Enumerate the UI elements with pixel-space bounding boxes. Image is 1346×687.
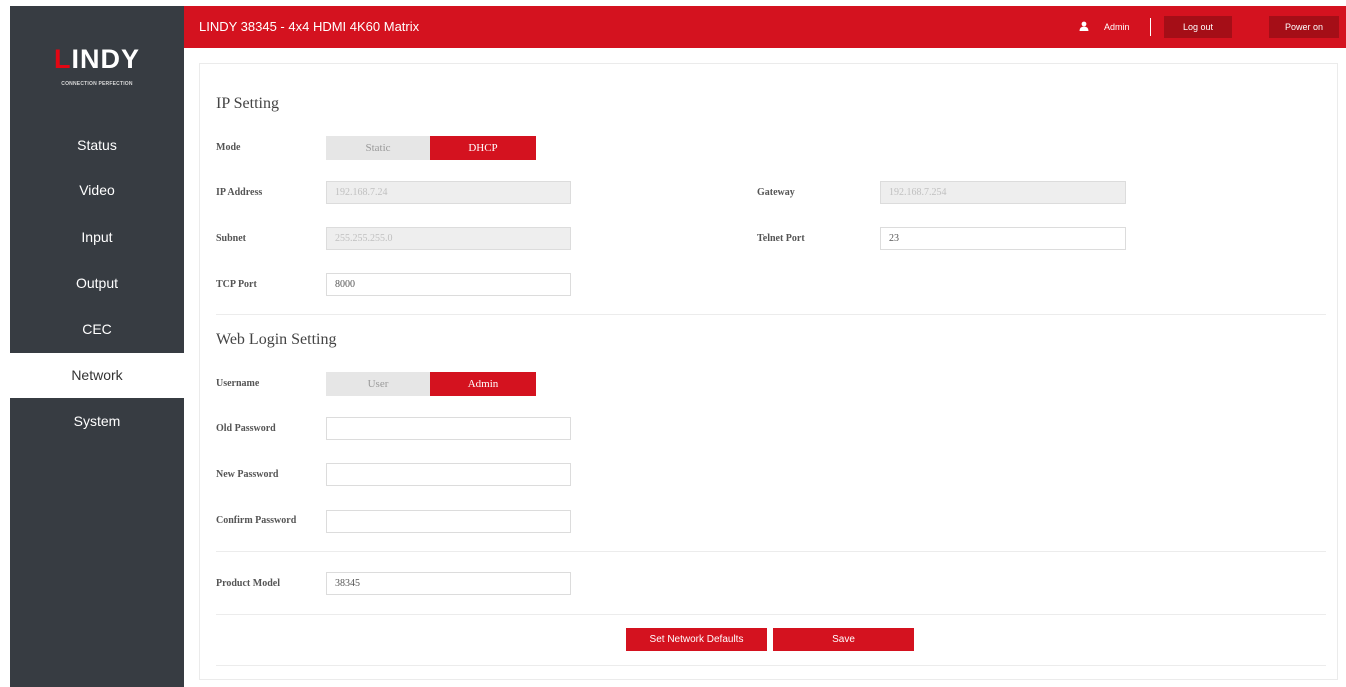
subnet-field[interactable]: 255.255.255.0	[326, 227, 571, 250]
app-title: LINDY 38345 - 4x4 HDMI 4K60 Matrix	[199, 19, 420, 34]
sidebar-item-input[interactable]: Input	[10, 215, 184, 260]
header-divider	[1150, 18, 1151, 36]
tcp-port-label: TCP Port	[216, 279, 257, 290]
ip-address-field[interactable]: 192.168.7.24	[326, 181, 571, 204]
current-user: Admin	[1104, 22, 1130, 32]
product-model-label: Product Model	[216, 578, 280, 589]
subnet-label: Subnet	[216, 233, 247, 244]
user-icon	[1079, 21, 1089, 31]
logo-tagline: CONNECTION PERFECTION	[61, 81, 133, 87]
ip-address-label: IP Address	[216, 187, 263, 198]
logo-wordmark-rest: INDY	[71, 44, 140, 74]
section-divider	[216, 551, 1326, 552]
mode-static-option[interactable]: Static	[326, 136, 430, 160]
section-divider	[216, 314, 1326, 315]
lindy-logo: LINDY CONNECTION PERFECTION	[10, 6, 184, 110]
confirm-password-field[interactable]	[326, 510, 571, 533]
power-on-button[interactable]: Power on	[1269, 16, 1339, 38]
sidebar-item-output[interactable]: Output	[10, 261, 184, 306]
username-admin-option[interactable]: Admin	[430, 372, 536, 396]
app-root: LINDY CONNECTION PERFECTION Status Video…	[0, 0, 1346, 687]
section-divider	[216, 665, 1326, 666]
telnet-port-field[interactable]: 23	[880, 227, 1126, 250]
web-login-title: Web Login Setting	[216, 331, 337, 348]
sidebar-item-video[interactable]: Video	[10, 168, 184, 213]
sidebar-item-system[interactable]: System	[10, 399, 184, 444]
product-model-field: 38345	[326, 572, 571, 595]
logo-wordmark: LINDY	[10, 44, 184, 75]
sidebar-item-cec[interactable]: CEC	[10, 307, 184, 352]
new-password-field[interactable]	[326, 463, 571, 486]
gateway-label: Gateway	[757, 187, 795, 198]
mode-dhcp-option[interactable]: DHCP	[430, 136, 536, 160]
sidebar-item-status[interactable]: Status	[10, 123, 184, 168]
sidebar-item-network[interactable]: Network	[10, 353, 184, 398]
network-settings-panel: IP Setting Mode Static DHCP IP Address 1…	[199, 63, 1338, 680]
gateway-field[interactable]: 192.168.7.254	[880, 181, 1126, 204]
section-divider	[216, 614, 1326, 615]
ip-setting-title: IP Setting	[216, 95, 279, 112]
mode-label: Mode	[216, 142, 241, 153]
confirm-password-label: Confirm Password	[216, 515, 297, 526]
save-button[interactable]: Save	[773, 628, 914, 651]
set-network-defaults-button[interactable]: Set Network Defaults	[626, 628, 767, 651]
logout-button[interactable]: Log out	[1164, 16, 1232, 38]
username-label: Username	[216, 378, 260, 389]
logo-l-mark: L	[53, 44, 72, 74]
new-password-label: New Password	[216, 469, 279, 480]
sidebar: LINDY CONNECTION PERFECTION Status Video…	[10, 6, 184, 687]
tcp-port-field[interactable]: 8000	[326, 273, 571, 296]
old-password-label: Old Password	[216, 423, 276, 434]
telnet-port-label: Telnet Port	[757, 233, 805, 244]
old-password-field[interactable]	[326, 417, 571, 440]
username-user-option[interactable]: User	[326, 372, 430, 396]
top-bar: LINDY 38345 - 4x4 HDMI 4K60 Matrix Admin…	[184, 6, 1346, 48]
